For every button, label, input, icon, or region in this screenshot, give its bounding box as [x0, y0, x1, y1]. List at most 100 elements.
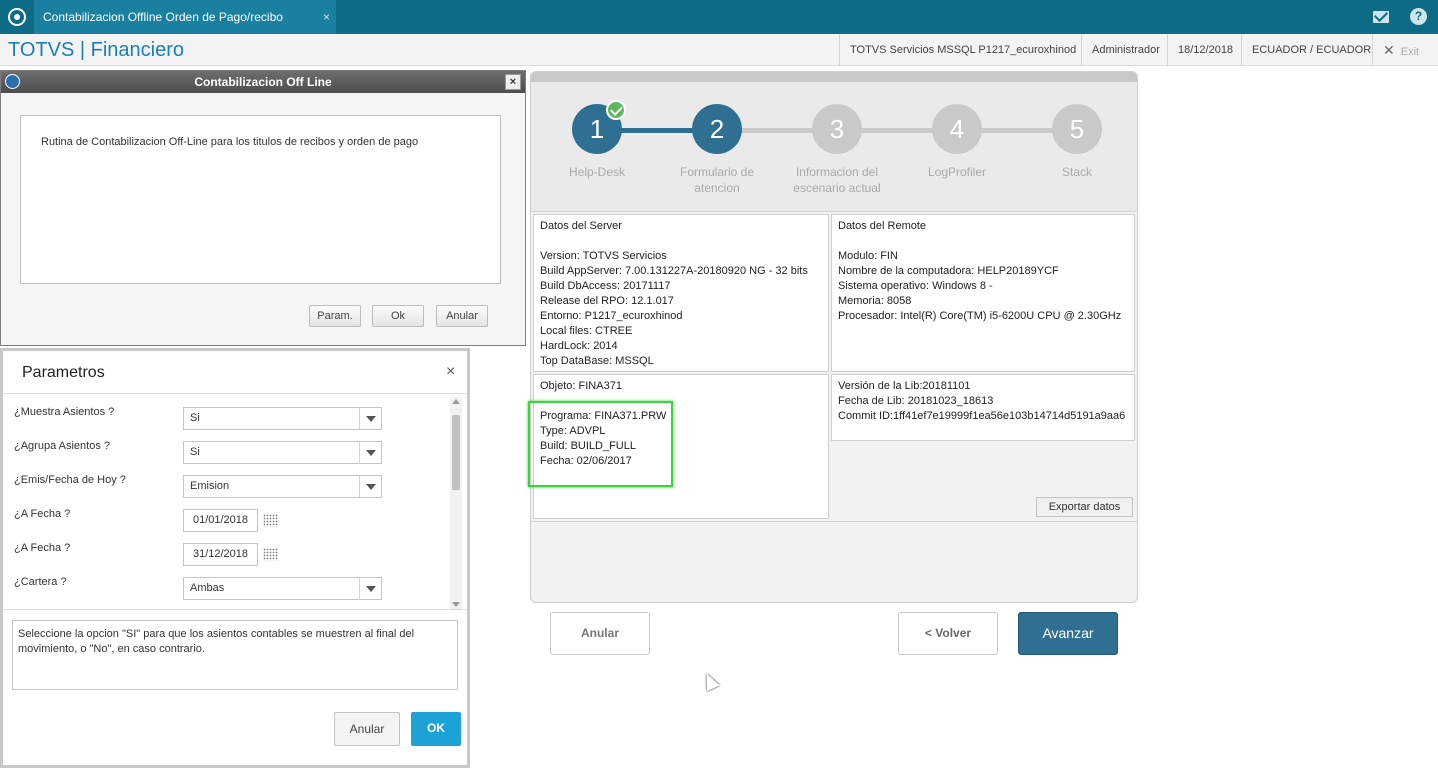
- server-line: Build AppServer: 7.00.131227A-20180920 N…: [540, 265, 808, 277]
- brand-title: TOTVS | Financiero: [8, 39, 184, 61]
- step-1-label: Help-Desk: [568, 165, 625, 179]
- step-5-label: Stack: [1061, 165, 1092, 179]
- step-2-circle[interactable]: 2: [692, 104, 742, 154]
- exit-button[interactable]: ✕ Exit: [1372, 34, 1438, 66]
- divider: [3, 609, 467, 610]
- params-cancel-button[interactable]: Anular: [334, 712, 400, 746]
- param-help-text: Seleccione la opcion "SI" para que los a…: [12, 620, 458, 690]
- ok-button[interactable]: Ok: [372, 305, 424, 327]
- help-icon[interactable]: ?: [1410, 8, 1427, 25]
- check-icon: [606, 100, 626, 120]
- wizard-back-button[interactable]: < Volver: [898, 612, 998, 655]
- param-label-cartera: ¿Cartera ?: [14, 576, 67, 588]
- emis-fecha-select[interactable]: Emision: [183, 475, 382, 498]
- params-close-icon[interactable]: ×: [446, 363, 455, 381]
- calendar-icon[interactable]: [263, 514, 278, 527]
- chevron-down-icon[interactable]: [359, 442, 381, 463]
- step-3-label: Informacion del escenario actual: [793, 165, 881, 195]
- wizard-cancel-button[interactable]: Anular: [550, 612, 650, 655]
- highlight-box: [528, 401, 673, 487]
- server-info: TOTVS Servicios MSSQL P1217_ecuroxhinod: [839, 34, 1086, 66]
- divider: [531, 521, 1137, 522]
- chevron-down-icon[interactable]: [359, 578, 381, 599]
- param-button[interactable]: Param.: [309, 305, 361, 327]
- parametros-dialog: Parametros × ¿Muestra Asientos ? Si ¿Agr…: [0, 348, 470, 768]
- lib-line: Commit ID:1ff41ef7e19999f1ea56e103b14714…: [838, 410, 1126, 422]
- company-info: ECUADOR / ECUADOR: [1241, 34, 1381, 66]
- scroll-down-icon[interactable]: [452, 602, 460, 607]
- chevron-down-icon[interactable]: [359, 476, 381, 497]
- remote-line: Modulo: FIN: [838, 250, 898, 262]
- mail-icon[interactable]: [1373, 11, 1389, 23]
- exit-label: Exit: [1400, 46, 1420, 58]
- app-logo-icon: [5, 74, 20, 89]
- params-title: Parametros: [22, 364, 105, 381]
- param-label-emis: ¿Emis/Fecha de Hoy ?: [14, 474, 126, 486]
- step-3-circle[interactable]: 3: [812, 104, 862, 154]
- tab-contabilizacion[interactable]: Contabilizacion Offline Orden de Pago/re…: [34, 0, 336, 58]
- agrupa-asientos-select[interactable]: Si: [183, 441, 382, 464]
- params-ok-button[interactable]: OK: [411, 712, 461, 746]
- contabilizacion-dialog: Contabilizacion Off Line × Rutina de Con…: [0, 70, 526, 346]
- mouse-cursor-icon: [700, 670, 720, 692]
- param-label-fecha-hasta: ¿A Fecha ?: [14, 542, 71, 554]
- step-5-circle[interactable]: 5: [1052, 104, 1102, 154]
- scroll-thumb[interactable]: [452, 415, 460, 490]
- cartera-select[interactable]: Ambas: [183, 577, 382, 600]
- lib-line: Fecha de Lib: 20181023_18613: [838, 395, 994, 407]
- param-label-agrupa: ¿Agrupa Asientos ?: [14, 440, 111, 452]
- params-scrollbar[interactable]: [450, 397, 462, 609]
- server-line: Release del RPO: 12.1.017: [540, 295, 674, 307]
- lib-line: Versión de la Lib:20181101: [838, 380, 971, 392]
- remote-line: Sistema operativo: Windows 8 -: [838, 280, 993, 292]
- server-line: Entorno: P1217_ecuroxhinod: [540, 310, 683, 322]
- wizard-next-button[interactable]: Avanzar: [1018, 612, 1118, 655]
- step-4-label: LogProfiler: [927, 165, 987, 179]
- server-line: HardLock: 2014: [540, 340, 618, 352]
- param-label-muestra: ¿Muestra Asientos ?: [14, 406, 115, 418]
- cancel-button[interactable]: Anular: [436, 305, 488, 327]
- dialog-title: Contabilizacion Off Line: [194, 75, 332, 89]
- support-wizard: 1 Help-Desk 2 Formulario de atencion 3 I…: [530, 71, 1138, 655]
- dialog-close-button[interactable]: ×: [505, 74, 521, 90]
- export-data-button[interactable]: Exportar datos: [1036, 497, 1133, 517]
- scroll-up-icon[interactable]: [452, 399, 460, 404]
- wizard-top-strip: [531, 72, 1137, 82]
- server-panel: Datos del Server Version: TOTVS Servicio…: [533, 214, 829, 372]
- divider: [3, 393, 467, 394]
- panel-title: Datos del Remote: [838, 220, 927, 232]
- muestra-asientos-select[interactable]: Si: [183, 407, 382, 430]
- date-info: 18/12/2018: [1167, 34, 1243, 66]
- top-bar: Contabilizacion Offline Orden de Pago/re…: [0, 0, 1438, 58]
- remote-line: Nombre de la computadora: HELP20189YCF: [838, 265, 1059, 277]
- server-line: Build DbAccess: 20171117: [540, 280, 671, 292]
- fecha-hasta-input[interactable]: 31/12/2018: [183, 543, 258, 566]
- dialog-description: Rutina de Contabilizacion Off-Line para …: [20, 115, 501, 284]
- dialog-titlebar: Contabilizacion Off Line ×: [1, 71, 525, 93]
- close-icon: ✕: [1383, 42, 1395, 58]
- totvs-logo-icon[interactable]: [8, 8, 26, 26]
- param-label-fecha-desde: ¿A Fecha ?: [14, 508, 71, 520]
- server-line: Version: TOTVS Servicios: [540, 250, 667, 262]
- step-4-circle[interactable]: 4: [932, 104, 982, 154]
- server-line: Local files: CTREE: [540, 325, 633, 337]
- server-line: Top DataBase: MSSQL: [540, 355, 654, 367]
- panel-title: Datos del Server: [540, 220, 622, 232]
- step-2-label: Formulario de atencion: [679, 165, 755, 195]
- select-value: Ambas: [190, 582, 225, 594]
- panel-title: Objeto: FINA371: [540, 380, 622, 392]
- remote-line: Procesador: Intel(R) Core(TM) i5-6200U C…: [838, 310, 1122, 322]
- tab-close-icon[interactable]: ×: [323, 0, 330, 34]
- select-value: Si: [190, 412, 200, 424]
- app-header: TOTVS | Financiero TOTVS Servicios MSSQL…: [0, 34, 1438, 66]
- select-value: Si: [190, 446, 200, 458]
- calendar-icon[interactable]: [263, 548, 278, 561]
- select-value: Emision: [190, 480, 230, 492]
- remote-line: Memoria: 8058: [838, 295, 912, 307]
- fecha-desde-input[interactable]: 01/01/2018: [183, 509, 258, 532]
- wizard-steps: 1 Help-Desk 2 Formulario de atencion 3 I…: [531, 82, 1137, 212]
- remote-panel: Datos del Remote Modulo: FIN Nombre de l…: [831, 214, 1135, 372]
- chevron-down-icon[interactable]: [359, 408, 381, 429]
- user-info: Administrador: [1081, 34, 1170, 66]
- lib-panel: Versión de la Lib:20181101 Fecha de Lib:…: [831, 374, 1135, 441]
